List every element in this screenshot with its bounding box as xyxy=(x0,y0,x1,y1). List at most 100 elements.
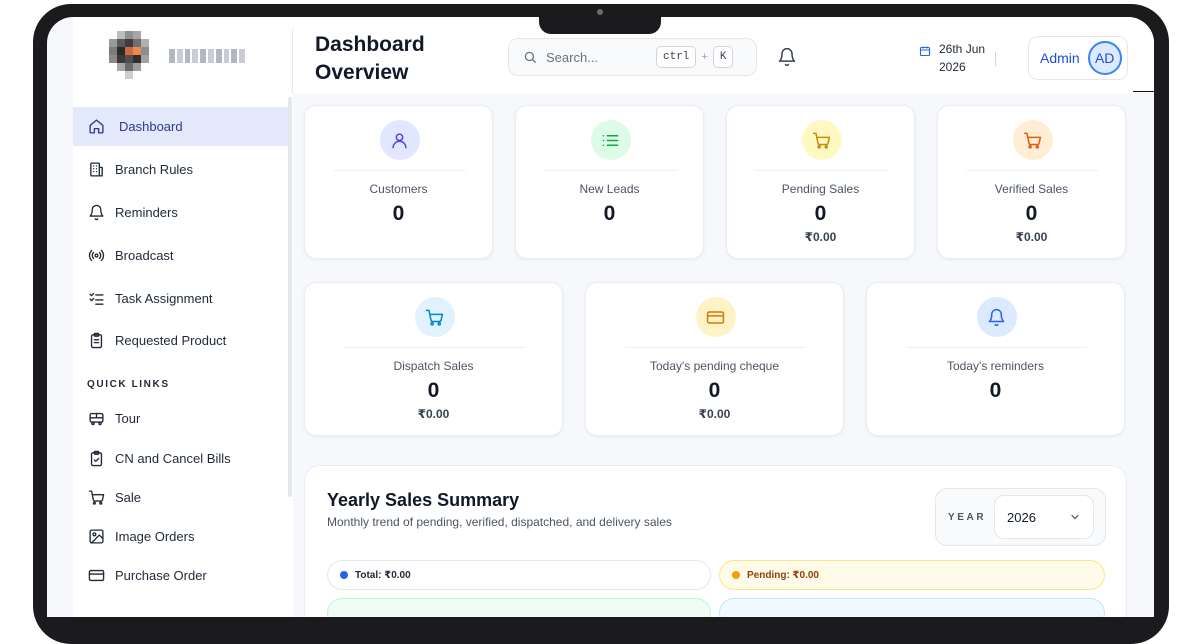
sidebar-item-task-assignment[interactable]: Task Assignment xyxy=(73,279,291,318)
stat-value: 0 xyxy=(603,202,616,225)
stat-card-new-leads[interactable]: New Leads 0 xyxy=(515,105,704,259)
card-divider xyxy=(966,170,1099,171)
stat-card-verified-sales[interactable]: Verified Sales 0 ₹0.00 xyxy=(937,105,1126,259)
card-divider xyxy=(755,170,888,171)
stat-value: 0 xyxy=(1025,202,1038,225)
header-separator xyxy=(995,52,996,66)
stat-amount: ₹0.00 xyxy=(417,407,450,421)
notifications-button[interactable] xyxy=(777,47,797,67)
quick-link-image-orders[interactable]: Image Orders xyxy=(73,517,291,556)
broadcast-icon xyxy=(88,249,104,262)
quick-link-purchase-order[interactable]: Purchase Order xyxy=(73,556,291,595)
stat-title: Today's reminders xyxy=(947,359,1044,373)
quick-link-sale[interactable]: Sale xyxy=(73,478,291,517)
summary-title: Yearly Sales Summary xyxy=(327,490,520,510)
stat-amount: ₹0.00 xyxy=(804,230,837,244)
stat-card-today-s-reminders[interactable]: Today's reminders 0 xyxy=(866,282,1125,436)
stat-amount: ₹0.00 xyxy=(698,407,731,421)
quick-link-cn-and-cancel-bills[interactable]: CN and Cancel Bills xyxy=(73,439,291,478)
sidebar-item-requested-product[interactable]: Requested Product xyxy=(73,321,291,360)
bell-icon xyxy=(778,47,796,67)
building-icon xyxy=(89,162,103,177)
date-line-2: 2026 xyxy=(939,60,966,74)
stat-title: Pending Sales xyxy=(781,182,860,196)
cart-icon xyxy=(812,132,831,149)
bell-icon xyxy=(88,204,104,221)
avatar: AD xyxy=(1087,41,1122,75)
card-divider xyxy=(906,347,1087,348)
header-divider xyxy=(292,29,293,93)
stat-value: 0 xyxy=(814,202,827,225)
image-icon xyxy=(88,529,104,544)
company-name-blurred xyxy=(169,49,245,63)
shortcut-key-k: K xyxy=(712,46,734,68)
stat-card-customers[interactable]: Customers 0 xyxy=(304,105,493,259)
sidebar-item-broadcast[interactable]: Broadcast xyxy=(73,236,291,275)
sidebar: Dashboard Branch Rules Reminders Broadcast T… xyxy=(73,17,293,617)
date-line-1: 26th Jun xyxy=(939,42,986,56)
stat-amount: ₹0.00 xyxy=(1015,230,1048,244)
home-icon xyxy=(88,119,104,134)
credit-card-icon xyxy=(88,569,104,582)
page-title: Dashboard Overview xyxy=(315,33,425,84)
card-divider xyxy=(544,170,677,171)
stat-title: Verified Sales xyxy=(994,182,1069,196)
pending-dot xyxy=(732,571,740,579)
search-input[interactable] xyxy=(546,49,656,65)
company-logo[interactable] xyxy=(109,31,155,81)
quick-link-label: Purchase Order xyxy=(115,568,207,583)
yearly-sales-summary: Yearly Sales Summary Monthly trend of pe… xyxy=(304,465,1127,617)
sidebar-item-label: Task Assignment xyxy=(115,291,213,306)
search-icon xyxy=(524,51,536,63)
stat-card-today-s-pending-cheque[interactable]: Today's pending cheque 0 ₹0.00 xyxy=(585,282,844,436)
pending-pill: Pending: ₹0.00 xyxy=(719,560,1105,590)
app-screen: Dashboard Branch Rules Reminders Broadcast T… xyxy=(47,17,1154,617)
year-label: YEAR xyxy=(948,512,987,523)
camera-dot xyxy=(597,9,603,15)
quick-link-label: Sale xyxy=(115,490,142,505)
total-pill: Total: ₹0.00 xyxy=(327,560,711,590)
decorative-line xyxy=(1133,91,1155,92)
sidebar-item-label: Reminders xyxy=(115,205,178,220)
quick-link-label: CN and Cancel Bills xyxy=(115,451,231,466)
cart-icon xyxy=(425,309,444,326)
cart-icon xyxy=(88,490,104,505)
year-select[interactable]: 2026 xyxy=(994,495,1094,539)
quick-link-label: Tour xyxy=(115,411,141,426)
sidebar-scrollbar[interactable] xyxy=(288,97,292,497)
year-value: 2026 xyxy=(1007,509,1036,525)
stat-title: Dispatch Sales xyxy=(393,359,474,373)
checklist-icon xyxy=(88,292,104,305)
card-divider xyxy=(344,347,525,348)
bell-icon xyxy=(988,308,1005,326)
stat-card-dispatch-sales[interactable]: Dispatch Sales 0 ₹0.00 xyxy=(304,282,563,436)
sidebar-item-label: Branch Rules xyxy=(115,162,194,177)
shortcut-key-ctrl: ctrl xyxy=(656,46,697,68)
stat-card-pending-sales[interactable]: Pending Sales 0 ₹0.00 xyxy=(726,105,915,259)
search-box[interactable]: ctrl + K xyxy=(508,38,757,76)
user-name: Admin xyxy=(1040,50,1080,66)
sidebar-item-dashboard[interactable]: Dashboard xyxy=(73,107,291,146)
sidebar-item-branch-rules[interactable]: Branch Rules xyxy=(73,150,291,189)
clipboard-icon xyxy=(90,332,102,349)
stat-title: Customers xyxy=(369,182,428,196)
dispatched-pill xyxy=(719,598,1105,617)
list-icon xyxy=(602,134,619,146)
card-divider xyxy=(333,170,466,171)
sidebar-item-reminders[interactable]: Reminders xyxy=(73,193,291,232)
bus-icon xyxy=(88,412,104,426)
summary-subtitle: Monthly trend of pending, verified, disp… xyxy=(327,515,672,529)
pending-label: Pending: ₹0.00 xyxy=(747,569,819,581)
stat-title: Today's pending cheque xyxy=(649,359,780,373)
cart-icon xyxy=(1023,132,1042,149)
card-divider xyxy=(625,347,806,348)
quick-link-tour[interactable]: Tour xyxy=(73,399,291,438)
sidebar-item-label: Requested Product xyxy=(115,333,227,348)
card-icon xyxy=(706,310,725,324)
year-filter: YEAR 2026 xyxy=(935,488,1106,546)
user-menu-button[interactable]: Admin AD xyxy=(1028,36,1128,80)
calendar-icon xyxy=(919,46,931,57)
verified-pill xyxy=(327,598,711,617)
clipboard-check-icon xyxy=(90,450,102,467)
sidebar-item-label: Broadcast xyxy=(115,248,174,263)
